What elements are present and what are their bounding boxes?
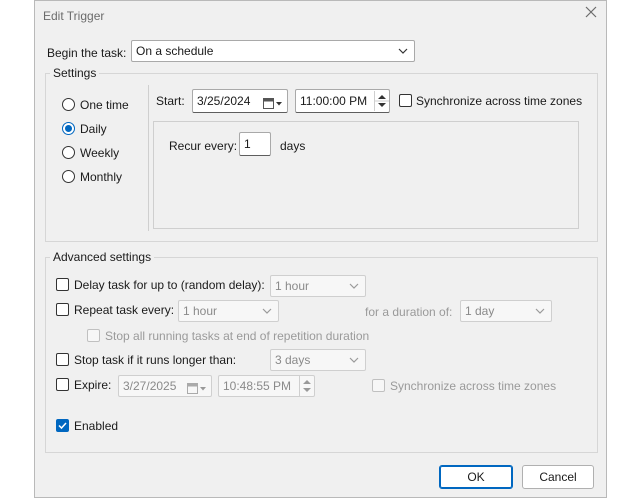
cancel-button[interactable]: Cancel bbox=[522, 465, 594, 489]
time-spinner[interactable] bbox=[299, 376, 314, 396]
repeat-interval-dropdown[interactable]: 1 hour bbox=[178, 300, 279, 322]
delay-duration-value: 1 hour bbox=[275, 279, 310, 293]
chevron-down-icon bbox=[349, 283, 359, 289]
recur-days-value: 1 bbox=[244, 137, 251, 151]
stop-all-tasks-label[interactable]: Stop all running tasks at end of repetit… bbox=[105, 328, 369, 344]
expire-sync-timezones-label[interactable]: Synchronize across time zones bbox=[390, 378, 556, 394]
start-label: Start: bbox=[156, 94, 185, 108]
enabled-checkbox[interactable] bbox=[56, 419, 69, 432]
settings-divider bbox=[148, 85, 149, 231]
enabled-label[interactable]: Enabled bbox=[74, 418, 118, 434]
radio-monthly-label[interactable]: Monthly bbox=[80, 169, 122, 185]
calendar-icon[interactable] bbox=[187, 381, 207, 401]
ok-button[interactable]: OK bbox=[439, 465, 513, 489]
close-icon[interactable] bbox=[583, 5, 599, 21]
repeat-task-checkbox[interactable] bbox=[56, 303, 69, 316]
stop-all-tasks-checkbox[interactable] bbox=[87, 329, 100, 342]
stop-task-duration-dropdown[interactable]: 3 days bbox=[270, 349, 366, 371]
delay-task-label[interactable]: Delay task for up to (random delay): bbox=[74, 277, 265, 293]
repeat-interval-value: 1 hour bbox=[183, 304, 218, 318]
edit-trigger-dialog: Edit Trigger Begin the task: On a schedu… bbox=[34, 0, 607, 498]
checkmark-icon bbox=[58, 422, 67, 430]
radio-weekly-label[interactable]: Weekly bbox=[80, 145, 119, 161]
chevron-down-icon bbox=[262, 308, 272, 314]
repeat-duration-value: 1 day bbox=[465, 304, 495, 318]
radio-daily-label[interactable]: Daily bbox=[80, 121, 107, 137]
expire-time-value: 10:48:55 PM bbox=[223, 379, 292, 393]
start-time-value: 11:00:00 PM bbox=[300, 94, 368, 108]
stop-task-longer-label[interactable]: Stop task if it runs longer than: bbox=[74, 352, 236, 368]
delay-duration-dropdown[interactable]: 1 hour bbox=[270, 275, 366, 297]
begin-task-value: On a schedule bbox=[136, 44, 214, 58]
time-spinner[interactable] bbox=[374, 91, 389, 111]
expire-date-picker[interactable]: 3/27/2025 bbox=[118, 375, 212, 397]
stop-task-longer-checkbox[interactable] bbox=[56, 353, 69, 366]
calendar-icon[interactable] bbox=[263, 95, 283, 117]
radio-weekly[interactable] bbox=[62, 146, 75, 159]
radio-monthly[interactable] bbox=[62, 170, 75, 183]
chevron-down-icon bbox=[398, 48, 408, 54]
recur-days-input[interactable]: 1 bbox=[239, 132, 271, 156]
start-date-value: 3/25/2024 bbox=[197, 94, 251, 108]
radio-one-time[interactable] bbox=[62, 98, 75, 111]
expire-sync-timezones-checkbox[interactable] bbox=[372, 379, 385, 392]
dialog-title: Edit Trigger bbox=[43, 9, 105, 23]
expire-label[interactable]: Expire: bbox=[74, 377, 111, 393]
start-time-input[interactable]: 11:00:00 PM bbox=[295, 89, 390, 113]
chevron-down-icon bbox=[535, 308, 545, 314]
spinner-arrows-icon bbox=[303, 380, 311, 392]
recur-unit-label: days bbox=[280, 139, 306, 153]
delay-task-checkbox[interactable] bbox=[56, 278, 69, 291]
start-date-picker[interactable]: 3/25/2024 bbox=[192, 89, 288, 113]
settings-legend: Settings bbox=[50, 65, 100, 81]
sync-timezones-label[interactable]: Synchronize across time zones bbox=[416, 93, 582, 109]
recur-label: Recur every: bbox=[169, 139, 238, 153]
radio-one-time-label[interactable]: One time bbox=[80, 97, 129, 113]
begin-task-label: Begin the task: bbox=[47, 46, 127, 60]
repeat-task-label[interactable]: Repeat task every: bbox=[74, 302, 174, 318]
spinner-arrows-icon bbox=[375, 95, 389, 107]
chevron-down-icon bbox=[349, 357, 359, 363]
begin-task-dropdown[interactable]: On a schedule bbox=[131, 40, 415, 62]
expire-time-input[interactable]: 10:48:55 PM bbox=[218, 375, 315, 397]
stop-task-duration-value: 3 days bbox=[275, 353, 311, 367]
repeat-duration-dropdown[interactable]: 1 day bbox=[460, 300, 552, 322]
advanced-settings-legend: Advanced settings bbox=[50, 249, 155, 265]
radio-daily[interactable] bbox=[62, 122, 75, 135]
expire-checkbox[interactable] bbox=[56, 378, 69, 391]
expire-date-value: 3/27/2025 bbox=[123, 379, 177, 393]
sync-timezones-checkbox[interactable] bbox=[399, 94, 412, 107]
duration-label: for a duration of: bbox=[365, 305, 453, 319]
